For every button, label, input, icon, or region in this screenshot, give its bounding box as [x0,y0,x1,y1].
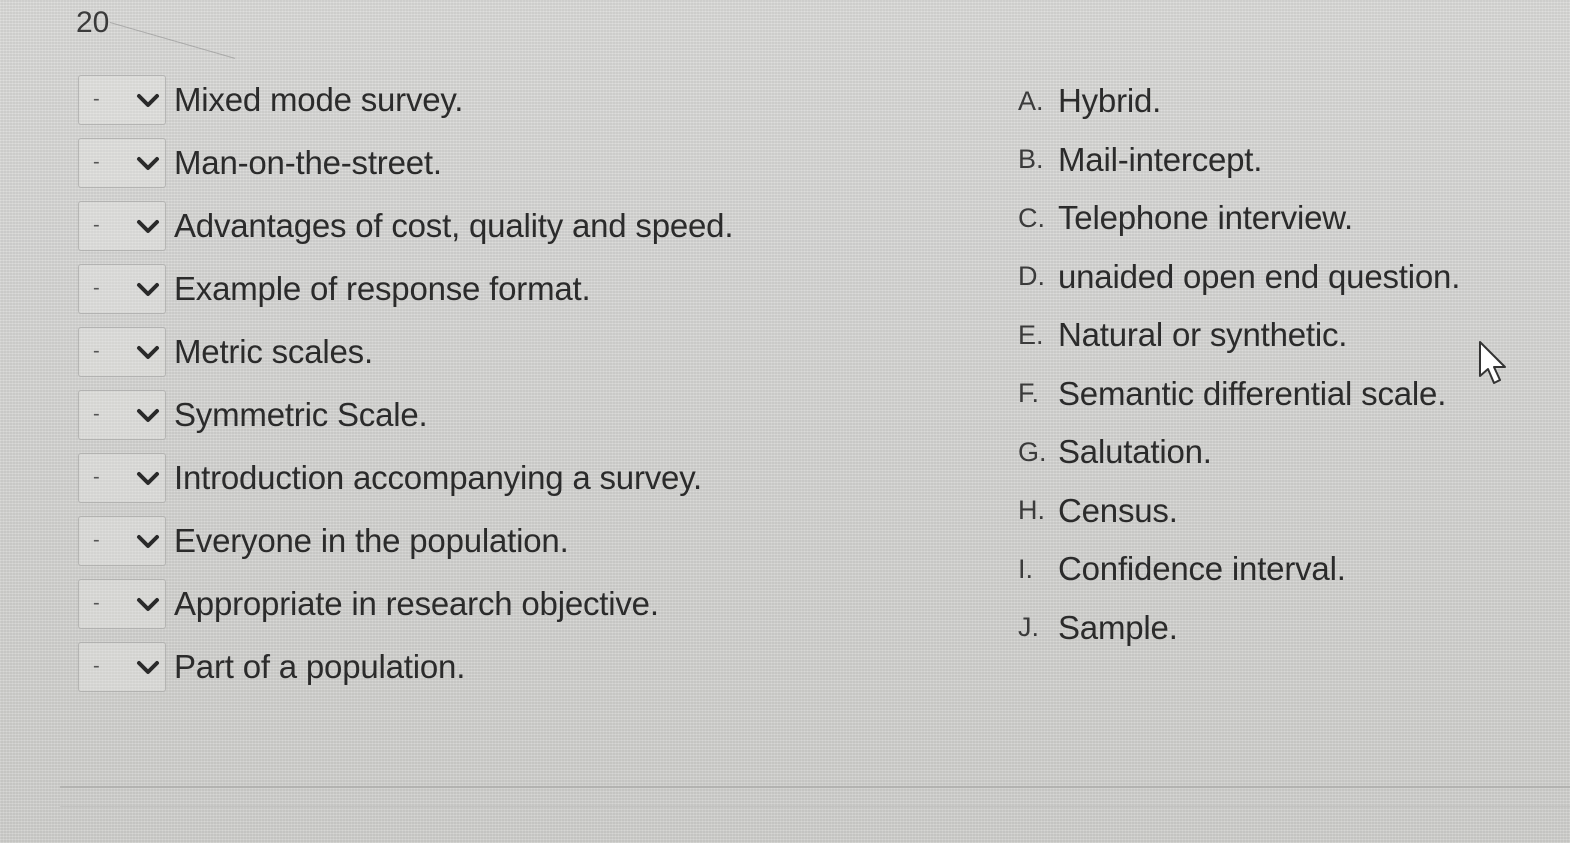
option-letter: G. [1018,436,1047,467]
answer-dropdown-3[interactable]: - [78,200,166,251]
answer-dropdown-6[interactable]: - [78,389,166,440]
option-h: H. Census. [1018,482,1558,541]
answer-dropdown-1[interactable]: - [78,74,166,125]
match-prompt: Example of response format. [174,269,591,307]
chevron-down-icon [137,534,159,548]
match-row: - Everyone in the population. [78,509,838,572]
match-row: - Symmetric Scale. [78,383,838,446]
option-letter: C. [1018,202,1045,233]
match-row: - Metric scales. [78,320,838,383]
match-prompt: Appropriate in research objective. [174,584,659,622]
match-prompt: Mixed mode survey. [174,80,464,118]
decorative-line [109,22,236,59]
match-row: - Introduction accompanying a survey. [78,446,838,509]
option-a: A. Hybrid. [1018,72,1558,131]
option-text: Census. [1058,491,1178,529]
match-row: - Mixed mode survey. [78,68,838,131]
pointer-cursor-icon [1479,341,1506,384]
dropdown-selected-value: - [93,528,100,551]
answer-dropdown-2[interactable]: - [78,137,166,188]
option-d: D. unaided open end question. [1018,248,1558,307]
match-row: - Example of response format. [78,257,838,320]
option-text: Telephone interview. [1058,199,1354,237]
dropdown-selected-value: - [93,87,100,110]
option-letter: E. [1018,319,1044,350]
chevron-down-icon [137,597,159,611]
divider [60,806,1570,807]
option-letter: D. [1018,261,1045,292]
chevron-down-icon [137,408,159,422]
chevron-down-icon [137,471,159,485]
chevron-down-icon [137,282,159,296]
match-prompt: Advantages of cost, quality and speed. [174,206,734,244]
match-prompt: Part of a population. [174,647,466,685]
option-text: Natural or synthetic. [1058,316,1348,354]
dropdown-selected-value: - [93,276,100,299]
option-text: Confidence interval. [1058,550,1346,588]
option-b: B. Mail-intercept. [1018,131,1558,190]
dropdown-selected-value: - [93,213,100,236]
option-letter: J. [1018,612,1040,643]
dropdown-selected-value: - [93,402,100,425]
match-prompt: Man-on-the-street. [174,143,442,181]
option-text: Sample. [1058,608,1178,646]
chevron-down-icon [137,345,159,359]
chevron-down-icon [137,156,159,170]
option-letter: H. [1018,495,1045,526]
answer-dropdown-9[interactable]: - [78,578,166,629]
dropdown-selected-value: - [93,654,100,677]
match-prompt: Everyone in the population. [174,521,569,559]
option-text: Mail-intercept. [1058,140,1263,178]
match-prompt: Metric scales. [174,332,373,370]
option-text: Salutation. [1058,433,1212,471]
match-row: - Appropriate in research objective. [78,572,838,635]
option-letter: F. [1018,378,1040,409]
option-letter: I. [1018,553,1034,584]
option-j: J. Sample. [1018,599,1558,658]
chevron-down-icon [137,219,159,233]
question-number: 20 [76,6,110,39]
answer-dropdown-8[interactable]: - [78,515,166,566]
answer-dropdown-10[interactable]: - [78,641,166,692]
option-text: Semantic differential scale. [1058,374,1447,412]
dropdown-selected-value: - [93,150,100,173]
dropdown-selected-value: - [93,465,100,488]
dropdown-selected-value: - [93,591,100,614]
option-g: G. Salutation. [1018,423,1558,482]
option-text: unaided open end question. [1058,257,1461,295]
chevron-down-icon [137,660,159,674]
chevron-down-icon [137,93,159,107]
match-row: - Man-on-the-street. [78,131,838,194]
match-row: - Part of a population. [78,635,838,698]
matching-list: - Mixed mode survey. - Man-on-the-street… [78,68,838,698]
answer-dropdown-5[interactable]: - [78,326,166,377]
option-text: Hybrid. [1058,82,1162,120]
match-row: - Advantages of cost, quality and speed. [78,194,838,257]
option-i: I. Confidence interval. [1018,540,1558,599]
option-c: C. Telephone interview. [1018,189,1558,248]
option-letter: A. [1018,85,1044,116]
answer-dropdown-4[interactable]: - [78,263,166,314]
match-prompt: Introduction accompanying a survey. [174,458,703,496]
divider [60,786,1570,788]
answer-dropdown-7[interactable]: - [78,452,166,503]
option-letter: B. [1018,144,1044,175]
match-prompt: Symmetric Scale. [174,395,428,433]
dropdown-selected-value: - [93,339,100,362]
